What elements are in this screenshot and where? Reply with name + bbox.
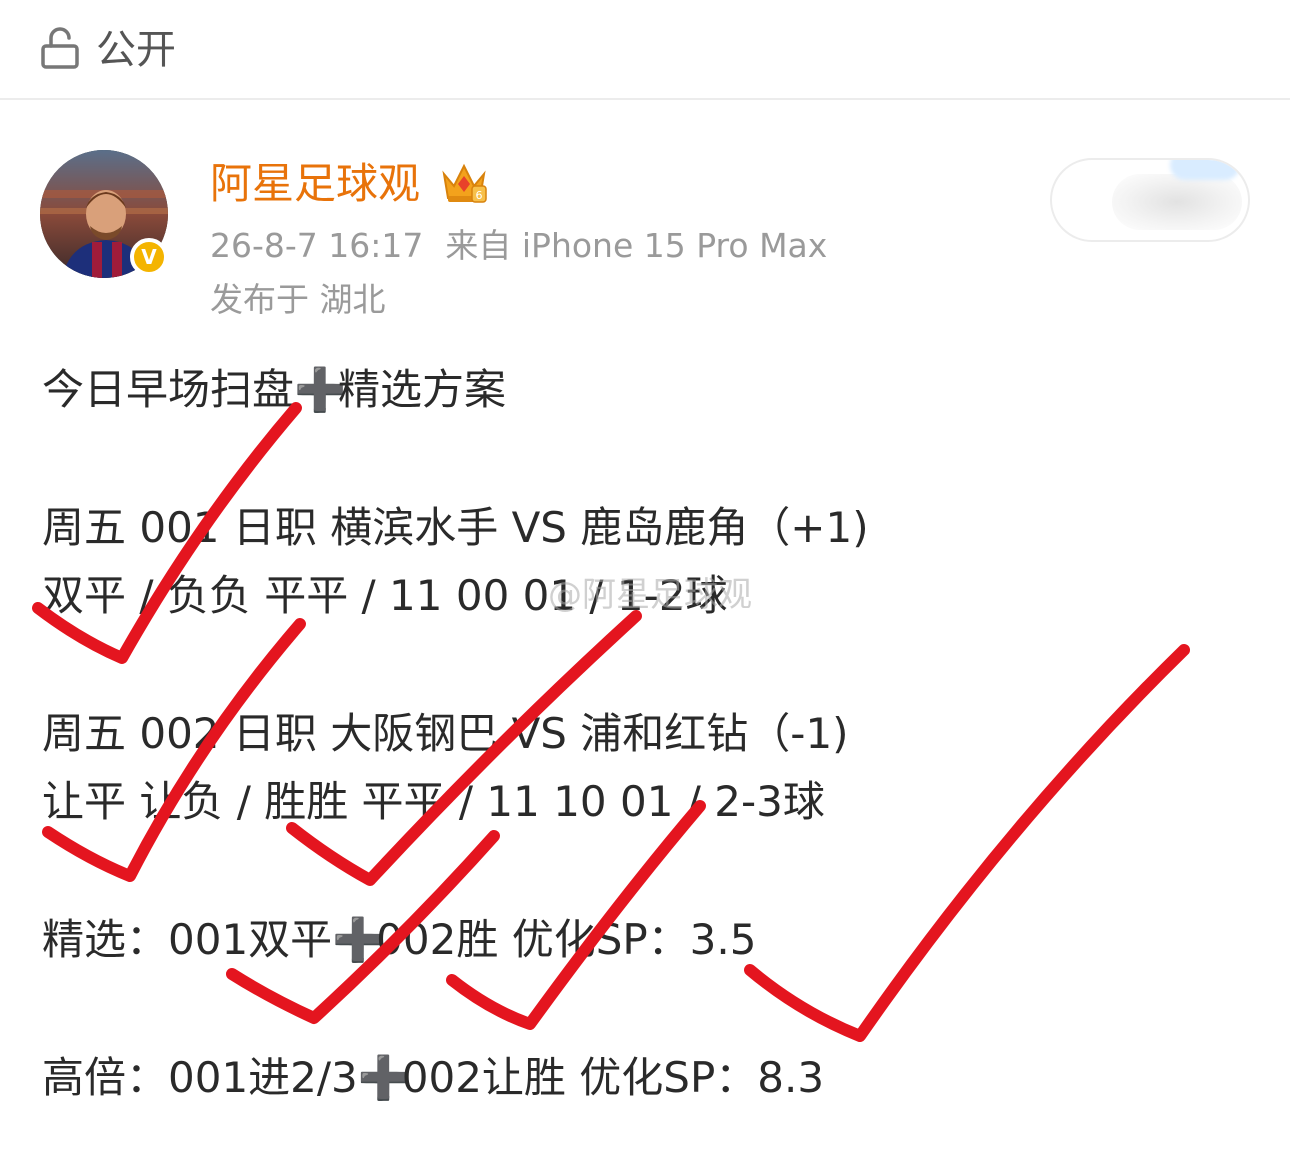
high-odds-line: 高倍：001进2/3➕002让胜 优化SP：8.3: [42, 1052, 824, 1104]
selected-plan-line: 精选：001双平➕002胜 优化SP：3.5: [42, 914, 756, 966]
plus-icon: ➕: [294, 365, 347, 414]
follow-button-tag: [1170, 160, 1240, 180]
visibility-label: 公开: [96, 27, 176, 73]
crown-icon: 6: [442, 163, 487, 203]
match1-header: 周五 001 日职 横滨水手 VS 鹿岛鹿角（+1): [42, 503, 869, 552]
image-watermark: @阿星足球观: [548, 575, 752, 615]
author-name[interactable]: 阿星足球观: [210, 158, 420, 210]
match2-header: 周五 002 日职 大阪钢巴 VS 浦和红钻（-1): [42, 709, 849, 758]
visibility-bar[interactable]: 公开: [0, 0, 1290, 100]
follow-button-blurred-label: [1112, 174, 1242, 230]
plus-icon: ➕: [357, 1053, 411, 1102]
plus-icon: ➕: [332, 915, 385, 964]
post-meta: 26-8-7 16:17 来自 iPhone 15 Pro Max: [210, 226, 827, 266]
selected-plan-a: 精选：001双平: [42, 915, 333, 964]
post-location: 发布于 湖北: [210, 280, 386, 319]
selected-plan-b: 002胜 优化SP：3.5: [376, 915, 757, 964]
verified-v-icon: V: [130, 238, 168, 276]
post-title-line: 今日早场扫盘➕精选方案: [42, 364, 506, 416]
high-odds-b: 002让胜 优化SP：8.3: [401, 1053, 825, 1102]
svg-text:6: 6: [476, 189, 483, 202]
weibo-post-screen: 公开 V 阿星足球观 6 26-8-7 16:17 来自 iPhone 15 P…: [0, 0, 1290, 1174]
lock-open-icon: [41, 27, 79, 69]
post-title-b: 精选方案: [338, 365, 507, 414]
post-timestamp: 26-8-7 16:17: [210, 226, 424, 265]
post-source: 来自 iPhone 15 Pro Max: [445, 226, 828, 265]
high-odds-a: 高倍：001进2/3: [42, 1053, 358, 1102]
follow-button[interactable]: [1050, 158, 1250, 242]
post-title-a: 今日早场扫盘: [42, 365, 295, 414]
match2-picks: 让平 让负 / 胜胜 平平 / 11 10 01 / 2-3球: [42, 777, 825, 826]
